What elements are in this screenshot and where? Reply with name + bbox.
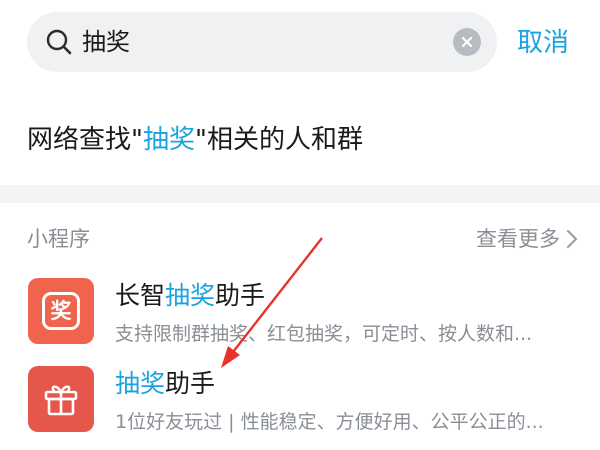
section-divider (0, 185, 600, 203)
mini-program-description: 1位好友玩过 | 性能稳定、方便好用、公平公正的... (115, 411, 544, 433)
cancel-button[interactable]: 取消 (517, 25, 569, 61)
name-suffix: 助手 (215, 281, 266, 310)
name-prefix: 长智 (115, 281, 166, 310)
gift-glyph (44, 385, 78, 416)
see-more-link[interactable]: 查看更多 (476, 224, 578, 254)
gift-icon (28, 366, 94, 432)
name-highlight: 抽奖 (165, 281, 216, 310)
chevron-right-icon (566, 229, 578, 249)
name-suffix: 助手 (165, 369, 216, 398)
name-highlight: 抽奖 (115, 369, 166, 398)
network-search-link[interactable]: 网络查找"抽奖"相关的人和群 (27, 120, 363, 160)
clear-search-icon[interactable] (453, 28, 481, 56)
network-search-suffix: "相关的人和群 (194, 125, 363, 155)
mini-program-name: 抽奖助手 (115, 366, 215, 402)
search-icon (46, 29, 72, 55)
see-more-label: 查看更多 (476, 227, 560, 251)
lottery-char-icon: 奖 (28, 278, 94, 344)
search-bar[interactable]: 抽奖 (27, 12, 497, 72)
mini-program-item[interactable]: 奖 长智抽奖助手 支持限制群抽奖、红包抽奖，可定时、按人数和... (0, 278, 600, 358)
section-title-mini-programs: 小程序 (27, 227, 90, 251)
mini-program-description: 支持限制群抽奖、红包抽奖，可定时、按人数和... (115, 323, 533, 345)
search-input[interactable]: 抽奖 (82, 24, 130, 60)
lottery-char-badge: 奖 (42, 292, 80, 330)
mini-program-item[interactable]: 抽奖助手 1位好友玩过 | 性能稳定、方便好用、公平公正的... (0, 366, 600, 446)
network-search-prefix: 网络查找" (27, 125, 143, 155)
network-search-keyword: 抽奖 (142, 125, 195, 155)
mini-program-name: 长智抽奖助手 (115, 278, 265, 314)
